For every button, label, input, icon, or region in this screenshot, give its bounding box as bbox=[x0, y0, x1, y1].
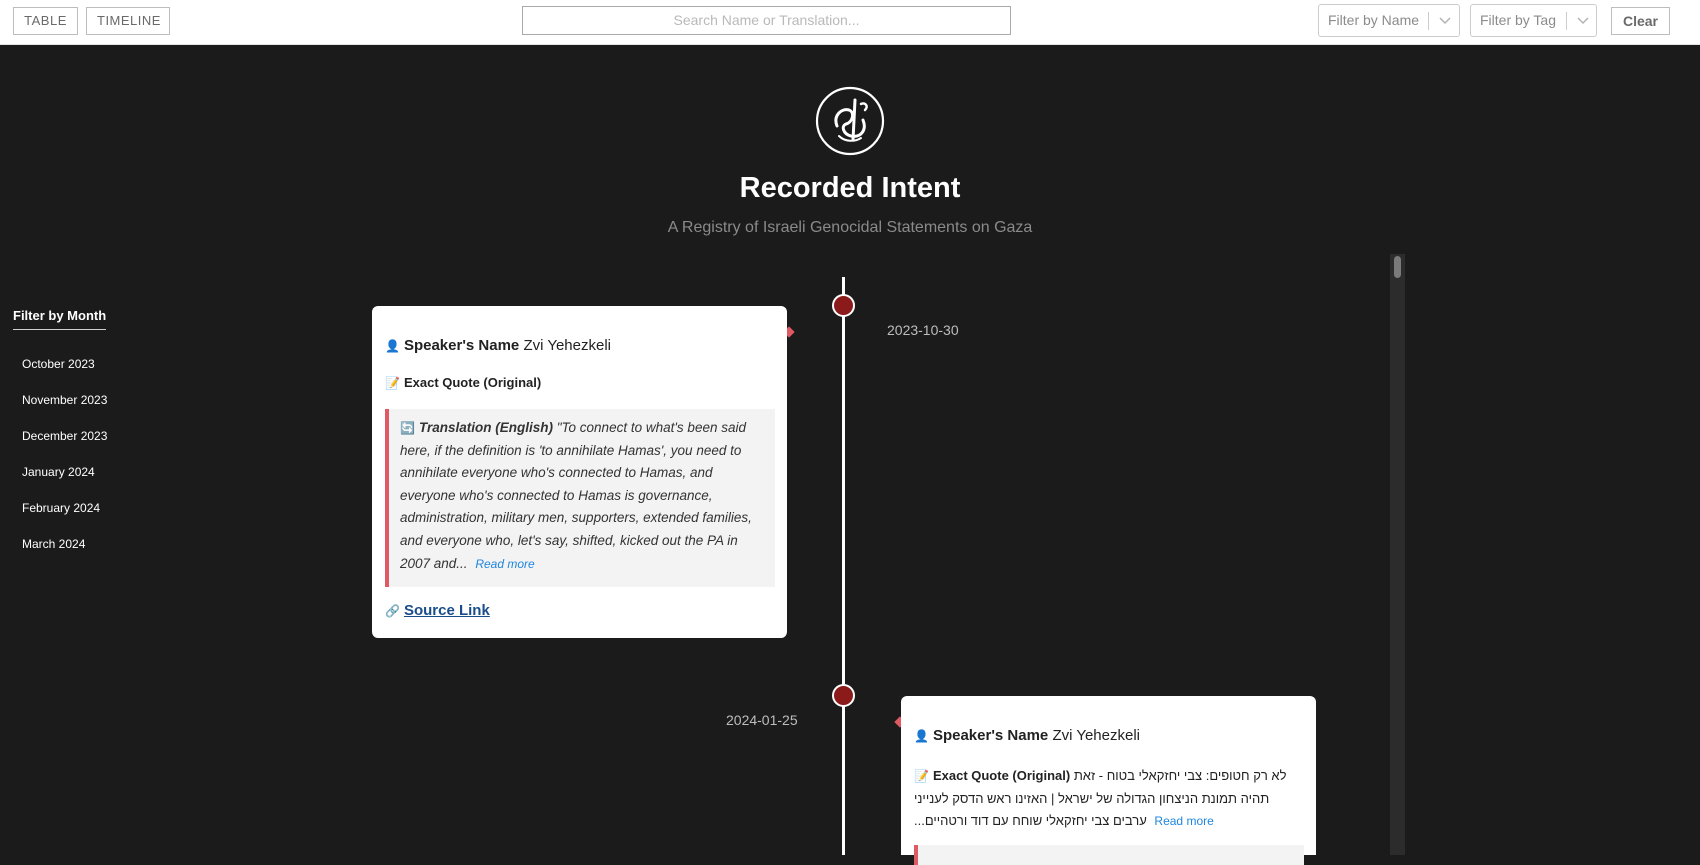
translation-label: Translation (English) bbox=[418, 420, 553, 435]
page-subtitle: A Registry of Israeli Genocidal Statemen… bbox=[667, 219, 1033, 236]
filter-by-tag-placeholder: Filter by Tag bbox=[1480, 12, 1556, 28]
filter-by-tag-select[interactable]: Filter by Tag bbox=[1470, 4, 1597, 37]
search-input[interactable]: Search Name or Translation... bbox=[522, 6, 1011, 35]
month-filter-heading: Filter by Month bbox=[13, 308, 107, 330]
translation-box: 🔄 Translation (English) "To connect to wh… bbox=[385, 409, 775, 587]
timeline-scrollbar[interactable] bbox=[1390, 254, 1405, 855]
memo-icon: 📝 bbox=[385, 376, 400, 390]
filter-by-name-select[interactable]: Filter by Name bbox=[1318, 4, 1460, 37]
timeline-dot[interactable] bbox=[832, 294, 855, 317]
speaker-row: 👤 Speaker's Name Zvi Yehezkeli bbox=[914, 727, 1140, 744]
speaker-row: 👤 Speaker's Name Zvi Yehezkeli bbox=[385, 337, 611, 354]
translate-icon: 🔄 bbox=[400, 421, 415, 435]
quote-text-line: לא רק חטופים: צבי יחזקאלי בטוח - זאת bbox=[1073, 768, 1287, 783]
chevron-down-icon[interactable] bbox=[1571, 5, 1595, 36]
quote-label: Exact Quote (Original) bbox=[403, 375, 542, 390]
speaker-label: Speaker's Name bbox=[932, 727, 1049, 744]
month-filter-item[interactable]: December 2023 bbox=[22, 428, 107, 464]
read-more-link[interactable]: Read more bbox=[475, 557, 534, 571]
filter-separator bbox=[1428, 12, 1429, 30]
speaker-label: Speaker's Name bbox=[403, 337, 520, 354]
statement-card: 👤 Speaker's Name Zvi Yehezkeli 📝 Exact Quo… bbox=[372, 306, 787, 638]
timeline-view-button[interactable]: TIMELINE bbox=[86, 7, 170, 35]
table-view-button[interactable]: TABLE bbox=[13, 7, 78, 35]
link-icon: 🔗 bbox=[385, 604, 400, 618]
speaker-name: Zvi Yehezkeli bbox=[1052, 727, 1140, 744]
quote-label: Exact Quote (Original) bbox=[932, 768, 1071, 783]
entry-date: 2024-01-25 bbox=[726, 712, 798, 728]
quote-text-line: תהיה תמונת הניצחון הגדולה של ישראל | האז… bbox=[914, 790, 1270, 806]
translation-text: "To connect to what's been said here, if… bbox=[400, 420, 752, 571]
month-filter-item[interactable]: January 2024 bbox=[22, 464, 107, 500]
month-filter-item[interactable]: February 2024 bbox=[22, 500, 107, 536]
quote-row: 📝 Exact Quote (Original) לא רק חטופים: צב… bbox=[914, 765, 1309, 833]
translation-box bbox=[914, 845, 1304, 865]
memo-icon: 📝 bbox=[914, 769, 929, 783]
quote-text-line: ערבים צבי יחזקאלי שוחח עם דוד ורטהיים... bbox=[914, 813, 1147, 829]
timeline-dot[interactable] bbox=[832, 684, 855, 707]
speaker-name: Zvi Yehezkeli bbox=[523, 337, 611, 354]
quote-row: 📝 Exact Quote (Original) bbox=[385, 375, 541, 390]
top-toolbar: TABLE TIMELINE Search Name or Translatio… bbox=[0, 0, 1700, 45]
month-filter-item[interactable]: March 2024 bbox=[22, 536, 107, 572]
source-row: 🔗 Source Link bbox=[385, 602, 490, 619]
page-title: Recorded Intent bbox=[739, 172, 961, 204]
source-link[interactable]: Source Link bbox=[404, 602, 490, 619]
person-icon: 👤 bbox=[914, 729, 929, 743]
filter-separator bbox=[1566, 12, 1567, 30]
statement-card: 👤 Speaker's Name Zvi Yehezkeli 📝 Exact Quo… bbox=[901, 696, 1316, 865]
scrollbar-thumb[interactable] bbox=[1394, 256, 1401, 278]
calligraphy-logo bbox=[815, 86, 885, 156]
timeline-axis bbox=[842, 277, 845, 855]
read-more-link[interactable]: Read more bbox=[1154, 814, 1213, 828]
month-filter-list: October 2023 November 2023 December 2023… bbox=[22, 356, 107, 572]
month-filter-item[interactable]: November 2023 bbox=[22, 392, 107, 428]
filter-by-name-placeholder: Filter by Name bbox=[1328, 12, 1420, 28]
chevron-down-icon[interactable] bbox=[1433, 5, 1457, 36]
month-filter-item[interactable]: October 2023 bbox=[22, 356, 107, 392]
entry-date: 2023-10-30 bbox=[887, 322, 959, 338]
person-icon: 👤 bbox=[385, 339, 400, 353]
clear-filters-button[interactable]: Clear bbox=[1611, 7, 1670, 35]
